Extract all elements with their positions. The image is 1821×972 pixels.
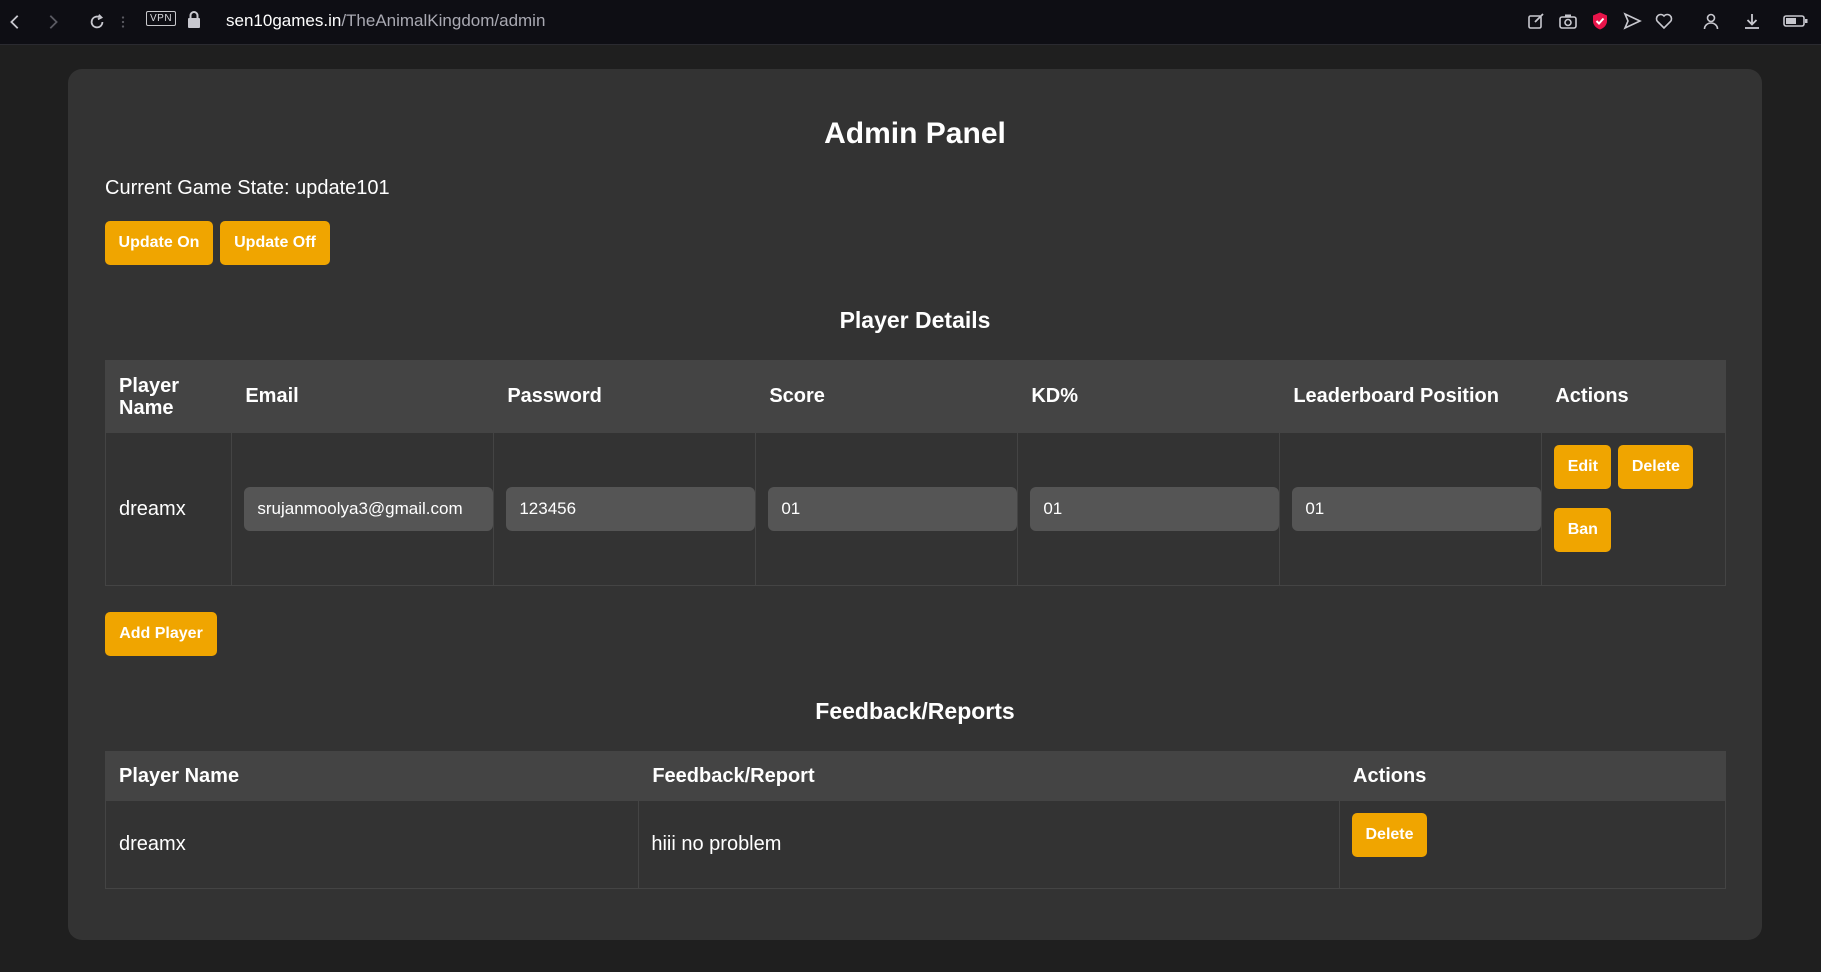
column-header: Actions	[1339, 751, 1726, 801]
column-header: KD%	[1017, 360, 1281, 433]
update-on-button[interactable]: Update On	[105, 221, 213, 265]
column-header: Email	[231, 360, 495, 433]
download-icon[interactable]	[1742, 11, 1762, 31]
email-field[interactable]: srujanmoolya3@gmail.com	[244, 487, 494, 531]
vpn-badge[interactable]: VPN	[146, 11, 177, 26]
column-header: Leaderboard Position	[1279, 360, 1543, 433]
column-header: Actions	[1541, 360, 1726, 433]
heart-icon[interactable]	[1654, 11, 1674, 31]
browser-toolbar: VPN sen10games.in/TheAnimalKingdom/admin	[0, 0, 1821, 45]
feedback-title: Feedback/Reports	[815, 698, 1015, 724]
leaderboard-field[interactable]: 01	[1292, 487, 1542, 531]
kd-field[interactable]: 01	[1030, 487, 1280, 531]
feedback-report-cell: hiii no problem	[638, 800, 1340, 889]
menu-dots-icon[interactable]	[108, 0, 138, 44]
player-table: Player Name Email Password Score KD% Lea…	[104, 360, 1726, 586]
ban-button[interactable]: Ban	[1554, 508, 1612, 552]
game-state-label: Current Game State: update101	[105, 177, 390, 199]
feedback-table: Player Name Feedback/Report Actions drea…	[104, 751, 1726, 889]
forward-icon[interactable]	[38, 0, 68, 44]
address-bar[interactable]: sen10games.in/TheAnimalKingdom/admin	[226, 11, 545, 31]
feedback-actions-cell: Delete	[1339, 800, 1726, 889]
page-title: Admin Panel	[824, 117, 1006, 150]
score-field[interactable]: 01	[768, 487, 1018, 531]
column-header: Player Name	[104, 360, 233, 433]
actions-cell: Edit Delete Ban	[1541, 432, 1726, 586]
camera-icon[interactable]	[1558, 11, 1578, 31]
player-details-title: Player Details	[839, 307, 991, 333]
password-field[interactable]: 123456	[506, 487, 756, 531]
update-off-button[interactable]: Update Off	[220, 221, 330, 265]
battery-icon[interactable]	[1783, 11, 1809, 31]
feedback-table-header: Player Name Feedback/Report Actions	[104, 751, 1726, 801]
column-header: Password	[493, 360, 757, 433]
player-table-header: Player Name Email Password Score KD% Lea…	[104, 360, 1726, 433]
edit-icon[interactable]	[1526, 11, 1546, 31]
user-icon[interactable]	[1701, 11, 1721, 31]
column-header: Player Name	[104, 751, 640, 801]
admin-panel: Admin Panel Current Game State: update10…	[68, 69, 1762, 940]
edit-button[interactable]: Edit	[1554, 445, 1612, 489]
shield-icon[interactable]	[1590, 11, 1610, 31]
feedback-player-cell: dreamx	[104, 800, 640, 889]
url-host: sen10games.in	[226, 11, 342, 30]
table-row: dreamx srujanmoolya3@gmail.com 123456 01…	[104, 432, 1726, 586]
add-player-button[interactable]: Add Player	[105, 612, 217, 656]
player-name-cell: dreamx	[104, 432, 233, 586]
send-icon[interactable]	[1622, 11, 1642, 31]
lock-icon[interactable]	[186, 10, 202, 30]
column-header: Score	[755, 360, 1019, 433]
url-path: /TheAnimalKingdom/admin	[341, 11, 546, 30]
feedback-delete-button[interactable]: Delete	[1352, 813, 1427, 857]
back-icon[interactable]	[0, 0, 30, 44]
delete-button[interactable]: Delete	[1618, 445, 1694, 489]
column-header: Feedback/Report	[638, 751, 1340, 801]
table-row: dreamx hiii no problem Delete	[104, 800, 1726, 889]
